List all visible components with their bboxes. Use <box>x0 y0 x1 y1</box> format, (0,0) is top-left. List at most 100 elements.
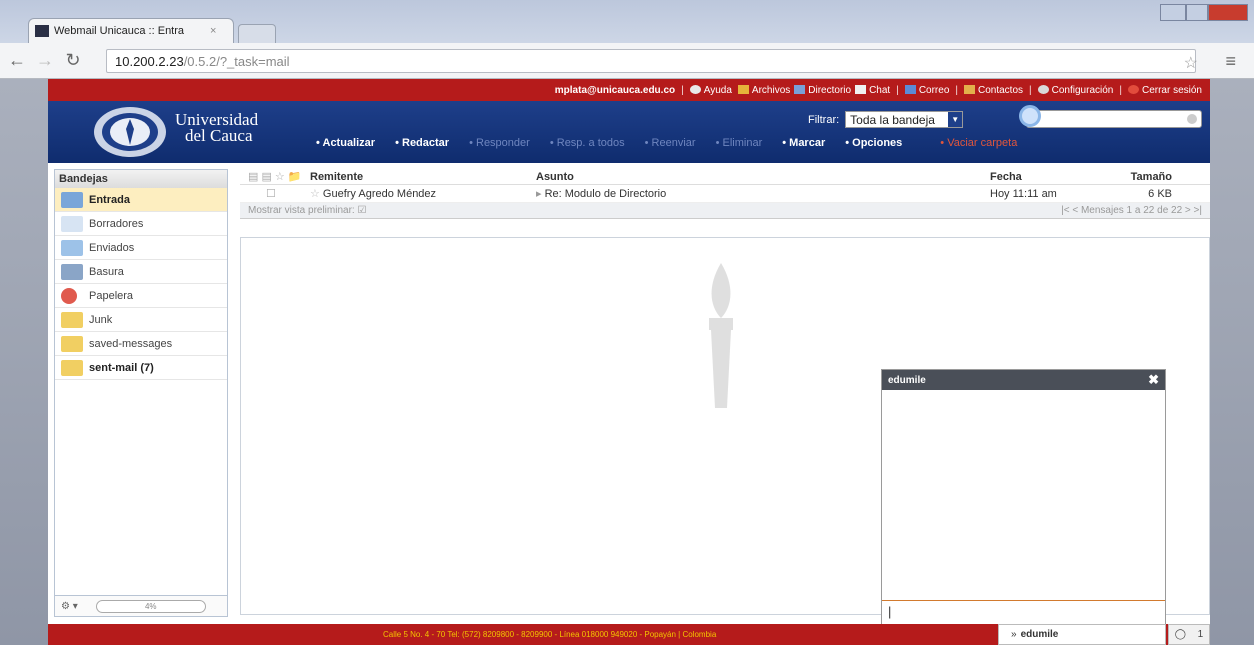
refresh-button[interactable]: • Actualizar <box>316 137 385 149</box>
compose-button[interactable]: • Redactar <box>395 137 459 149</box>
filter-label: Filtrar: <box>808 113 840 126</box>
university-seal-icon <box>94 107 166 157</box>
url-path: /0.5.2/?_task=mail <box>183 53 290 69</box>
folder-inbox[interactable]: Entrada <box>55 188 227 212</box>
chat-dock-controls[interactable]: ◯ 1 <box>1168 624 1210 645</box>
chat-link[interactable]: Chat <box>855 84 890 96</box>
directory-icon <box>794 84 806 94</box>
directory-link[interactable]: Directorio <box>794 84 851 96</box>
files-link[interactable]: Archivos <box>737 84 790 96</box>
header: Universidad del Cauca Filtrar: Toda la b… <box>48 101 1210 163</box>
logout-icon <box>1127 84 1139 94</box>
dropdown-icon: ▼ <box>948 112 963 127</box>
row-sender: ☆ Guefry Agredo Méndez <box>310 188 437 200</box>
flag-star-icon[interactable]: ☆ <box>310 188 323 200</box>
folder-sent-mail[interactable]: sent-mail (7) <box>55 356 227 380</box>
filter-control: Filtrar: Toda la bandeja ▼ <box>808 111 964 128</box>
col-sender[interactable]: Remitente <box>310 171 536 183</box>
tab-close-icon[interactable]: × <box>210 25 216 37</box>
row-checkbox-icon[interactable]: ☐ <box>240 187 310 200</box>
university-name: Universidad del Cauca <box>175 110 259 145</box>
clear-search-icon[interactable] <box>1187 114 1197 124</box>
separator: | <box>681 84 684 96</box>
window-controls <box>1160 4 1248 21</box>
preview-checkbox[interactable]: ☑ <box>357 205 366 216</box>
search-icon <box>1019 105 1041 127</box>
reply-button[interactable]: • Responder <box>469 137 540 149</box>
chat-dock-tab[interactable]: » edumile <box>998 624 1166 645</box>
sidebar-title: Bandejas <box>55 170 227 188</box>
logout-link[interactable]: Cerrar sesión <box>1127 84 1202 96</box>
help-link[interactable]: Ayuda <box>689 84 732 96</box>
back-arrow-icon[interactable]: ← <box>6 50 28 71</box>
forward-arrow-icon[interactable]: → <box>34 50 56 71</box>
empty-folder-button[interactable]: • Vaciar carpeta <box>940 137 1027 149</box>
list-header: ▤ ▤ ☆ 📁 Remitente Asunto Fecha Tamaño <box>240 169 1210 185</box>
trash-bin-icon <box>61 263 83 280</box>
chat-title: edumile <box>888 374 926 386</box>
sent-icon <box>61 239 83 256</box>
search-input[interactable] <box>1019 105 1202 128</box>
forward-button[interactable]: • Reenviar <box>645 137 706 149</box>
address-bar[interactable]: 10.200.2.23 /0.5.2/?_task=mail <box>106 49 1196 142</box>
browser-window: Webmail Unicauca :: Entra × ← → ↻ 10.200… <box>0 0 1254 645</box>
mail-link[interactable]: Correo <box>904 84 949 96</box>
new-tab-button[interactable] <box>238 24 276 43</box>
mark-button[interactable]: • Marcar <box>782 137 835 149</box>
contacts-link[interactable]: Contactos <box>964 84 1023 96</box>
folder-recycle[interactable]: Papelera <box>55 284 227 308</box>
folder-icon <box>61 311 83 328</box>
preview-label: Mostrar vista preliminar: <box>248 205 355 216</box>
top-links-bar: mplata@unicauca.edu.co | Ayuda Archivos … <box>48 79 1210 101</box>
row-date: Hoy 11:11 am <box>990 187 1057 200</box>
desktop-background-right <box>1210 79 1254 645</box>
message-row[interactable]: ☐ ☆ Guefry Agredo Méndez ▸ Re: Modulo de… <box>240 185 1210 203</box>
chat-window: edumile ✖ | <box>881 369 1166 625</box>
folder-sent[interactable]: Enviados <box>55 236 227 260</box>
folder-drafts[interactable]: Borradores <box>55 212 227 236</box>
chat-close-icon[interactable]: ✖ <box>1148 372 1159 388</box>
col-subject[interactable]: Asunto <box>536 171 990 183</box>
folder-options-gear-icon[interactable]: ⚙ ▾ <box>61 601 78 612</box>
browser-tab[interactable]: Webmail Unicauca :: Entra × <box>28 18 234 43</box>
list-options-icons[interactable]: ▤ ▤ ☆ 📁 <box>240 170 310 183</box>
folder-saved-messages[interactable]: saved-messages <box>55 332 227 356</box>
settings-link[interactable]: Configuración <box>1037 84 1113 96</box>
minimize-button[interactable] <box>1160 4 1186 21</box>
chat-icon <box>855 84 867 94</box>
footer-text: Calle 5 No. 4 - 70 Tel: (572) 8209800 - … <box>383 630 717 639</box>
folder-trash[interactable]: Basura <box>55 260 227 284</box>
col-size[interactable]: Tamaño <box>1102 171 1172 183</box>
help-icon <box>689 84 701 94</box>
col-date[interactable]: Fecha <box>990 171 1102 183</box>
chat-input[interactable]: | <box>882 600 1165 624</box>
close-window-button[interactable] <box>1208 4 1248 21</box>
bookmark-star-icon[interactable]: ☆ <box>1184 53 1198 73</box>
maximize-button[interactable] <box>1186 4 1208 21</box>
desktop-background-left <box>0 79 48 645</box>
delete-button[interactable]: • Eliminar <box>716 137 773 149</box>
chat-header: edumile ✖ <box>882 370 1165 390</box>
row-size: 6 KB <box>1148 187 1172 200</box>
mail-icon <box>904 84 916 94</box>
reload-icon[interactable]: ↻ <box>62 50 84 71</box>
drafts-icon <box>61 215 83 232</box>
url-host: 10.200.2.23 <box>115 53 184 69</box>
folder-icon <box>61 335 83 352</box>
recycle-icon <box>61 287 77 304</box>
menu-icon[interactable]: ≡ <box>1225 51 1236 72</box>
folder-icon <box>61 359 83 376</box>
chat-dock-name: edumile <box>1020 629 1059 640</box>
filter-select[interactable]: Toda la bandeja ▼ <box>845 111 964 128</box>
chat-bubble-icon[interactable]: ◯ <box>1175 629 1186 640</box>
folder-sidebar: Bandejas Entrada Borradores Enviados Bas… <box>54 169 228 617</box>
user-email: mplata@unicauca.edu.co <box>554 84 676 96</box>
webmail-page: mplata@unicauca.edu.co | Ayuda Archivos … <box>48 79 1210 645</box>
folder-junk[interactable]: Junk <box>55 308 227 332</box>
reply-all-button[interactable]: • Resp. a todos <box>550 137 635 149</box>
favicon-icon <box>35 25 49 37</box>
inbox-icon <box>61 191 83 208</box>
paging-info: |< < Mensajes 1 a 22 de 22 > >| <box>1061 205 1202 216</box>
tab-title: Webmail Unicauca :: Entra <box>54 25 185 37</box>
options-button[interactable]: • Opciones <box>845 137 912 149</box>
